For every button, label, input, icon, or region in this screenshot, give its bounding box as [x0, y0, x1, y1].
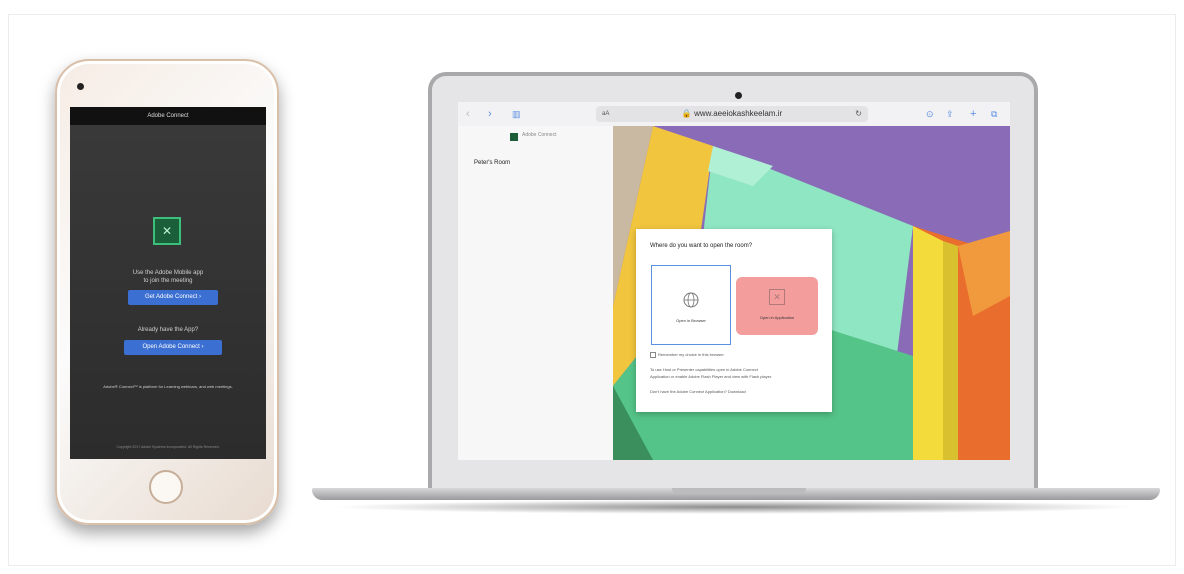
- open-in-application-label: Open in Application: [759, 315, 795, 320]
- adobe-connect-logo-icon: ✕: [153, 217, 181, 245]
- sidebar-toggle-icon[interactable]: ▥: [512, 107, 521, 121]
- room-name: Peter's Room: [474, 160, 511, 166]
- url-bar[interactable]: aA 🔒 www.aeeiokashkeelam.ir ↻: [596, 106, 868, 122]
- dialog-title: Where do you want to open the room?: [650, 243, 753, 249]
- downloads-icon[interactable]: ⊙: [926, 107, 934, 121]
- sidebar-brand: Adobe Connect: [522, 132, 557, 138]
- laptop-notch: [672, 488, 806, 494]
- remember-checkbox[interactable]: [650, 352, 656, 358]
- chevron-right-icon: ›: [199, 294, 202, 300]
- phone-use-text-1: Use the Adobe Mobile app: [132, 270, 204, 276]
- get-button-label: Get Adobe Connect: [144, 294, 198, 300]
- back-icon[interactable]: ‹: [466, 107, 470, 121]
- open-button-label: Open Adobe Connect: [142, 344, 200, 350]
- chevron-right-icon: ›: [201, 344, 204, 350]
- reader-aa[interactable]: aA: [602, 106, 609, 122]
- phone-camera: [77, 83, 84, 90]
- phone-device: Adobe Connect ✕ Use the Adobe Mobile app…: [55, 59, 279, 525]
- adobe-connect-small-icon: [510, 133, 518, 141]
- forward-icon[interactable]: ›: [488, 107, 492, 121]
- url-text: www.aeeiokashkeelam.ir: [694, 109, 783, 118]
- adobe-connect-app-icon: ✕: [769, 289, 785, 305]
- open-adobe-connect-button[interactable]: Open Adobe Connect ›: [124, 340, 222, 355]
- reload-icon[interactable]: ↻: [855, 106, 862, 122]
- phone-already-text: Already have the App?: [137, 327, 199, 333]
- new-tab-icon[interactable]: +: [970, 107, 976, 121]
- tabs-overview-icon[interactable]: ⧉: [991, 107, 997, 121]
- lock-icon: 🔒: [681, 109, 692, 118]
- globe-icon: [683, 292, 699, 308]
- get-adobe-connect-button[interactable]: Get Adobe Connect ›: [128, 290, 218, 305]
- open-in-application-option[interactable]: ✕ Open in Application: [736, 277, 818, 335]
- laptop-screen: ‹ › ▥ aA 🔒 www.aeeiokashkeelam.ir ↻ ⊙ ⇪ …: [458, 102, 1010, 460]
- phone-use-text-2: to join the meeting: [143, 278, 193, 284]
- room-sidebar: Adobe Connect Peter's Room: [458, 126, 614, 460]
- phone-copyright: Copyright 2017 Adobe Systems Incorporate…: [116, 445, 220, 449]
- open-room-dialog: Where do you want to open the room? Open…: [636, 229, 832, 412]
- dialog-info-2: Application or enable Adobe Flash Player…: [650, 374, 773, 379]
- browser-toolbar: ‹ › ▥ aA 🔒 www.aeeiokashkeelam.ir ↻ ⊙ ⇪ …: [458, 102, 1010, 127]
- phone-header-title: Adobe Connect: [70, 107, 266, 125]
- share-icon[interactable]: ⇪: [946, 107, 954, 121]
- open-in-browser-option[interactable]: Open in Browser: [651, 265, 731, 345]
- phone-home-button[interactable]: [149, 470, 183, 504]
- laptop-shadow: [330, 500, 1140, 514]
- open-in-browser-label: Open in Browser: [676, 318, 706, 323]
- phone-screen: Adobe Connect ✕ Use the Adobe Mobile app…: [70, 107, 266, 459]
- laptop-camera: [735, 92, 742, 99]
- remember-label: Remember my choice in this browser: [658, 352, 724, 358]
- dialog-download-text[interactable]: Don't have the Adobe Connect Application…: [650, 389, 820, 395]
- phone-platform-text: Adobe® Connect™ is platform for Learning…: [103, 384, 233, 389]
- remember-choice-row[interactable]: Remember my choice in this browser: [650, 352, 820, 358]
- dialog-info-1: To use Host or Presenter capabilities op…: [650, 367, 758, 372]
